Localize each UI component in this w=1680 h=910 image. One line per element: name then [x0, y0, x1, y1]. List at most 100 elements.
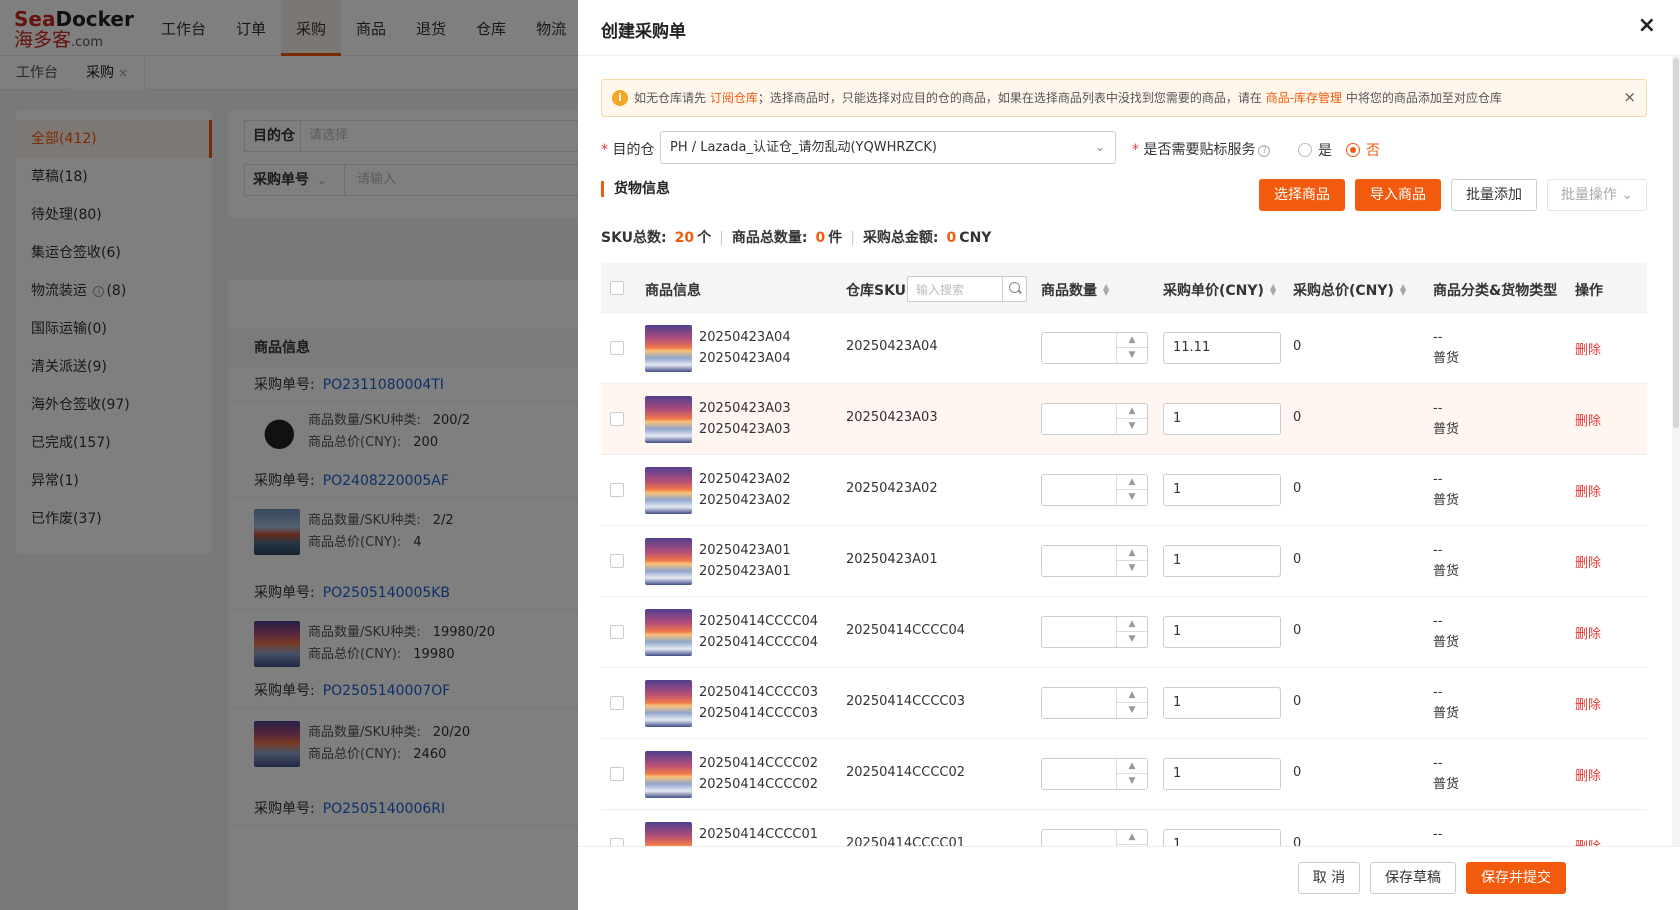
quantity-stepper[interactable]: ▲▼ — [1041, 332, 1148, 364]
delete-button[interactable]: 删除 — [1575, 339, 1601, 358]
quantity-stepper[interactable]: ▲▼ — [1041, 758, 1148, 790]
row-checkbox[interactable] — [610, 554, 624, 568]
chevron-down-icon[interactable]: ▼ — [1117, 632, 1147, 647]
product-info: 20250423A04 20250423A04 — [699, 330, 791, 366]
chevron-up-icon[interactable]: ▲ — [1117, 830, 1147, 845]
sort-icon[interactable]: ▲ ▼ — [1400, 283, 1406, 297]
unit-price-input[interactable]: 1 — [1163, 758, 1281, 790]
warehouse-sku: 20250423A02 — [846, 481, 938, 496]
table-row: 20250414CCCC02 20250414CCCC02 20250414CCCC… — [601, 739, 1647, 810]
chevron-up-icon[interactable]: ▲ — [1117, 759, 1147, 774]
product-thumbnail — [645, 751, 692, 798]
drawer-header: 创建采购单 × — [578, 0, 1680, 56]
warehouse-select[interactable]: PH / Lazada_认证仓_请勿乱动(YQWHRZCK) ⌄ — [660, 131, 1116, 164]
unit-price-input[interactable]: 1 — [1163, 403, 1281, 435]
chevron-up-icon[interactable]: ▲ — [1117, 546, 1147, 561]
row-checkbox[interactable] — [610, 412, 624, 426]
unit-price-input[interactable]: 1 — [1163, 474, 1281, 506]
batch-add-button[interactable]: 批量添加 — [1451, 179, 1537, 211]
table-row: 20250414CCCC0120250414CCCC0120250414CCCC… — [601, 810, 1647, 846]
row-checkbox[interactable] — [610, 838, 624, 846]
chevron-down-icon[interactable]: ▼ — [1117, 561, 1147, 576]
row-checkbox[interactable] — [610, 767, 624, 781]
warehouse-sku: 20250423A03 — [846, 410, 938, 425]
quantity-stepper[interactable]: ▲▼ — [1041, 474, 1148, 506]
chevron-down-icon[interactable]: ▼ — [1117, 490, 1147, 505]
drawer-title: 创建采购单 — [601, 22, 686, 42]
product-thumbnail — [645, 467, 692, 514]
quantity-stepper[interactable]: ▲▼ — [1041, 829, 1148, 846]
sort-icon[interactable]: ▲ ▼ — [1270, 283, 1276, 297]
total-price: 0 — [1293, 836, 1302, 846]
category-type: --普货 — [1433, 543, 1460, 579]
delete-button[interactable]: 删除 — [1575, 694, 1601, 713]
chevron-down-icon[interactable]: ▼ — [1117, 703, 1147, 718]
delete-button[interactable]: 删除 — [1575, 552, 1601, 571]
product-thumbnail — [645, 680, 692, 727]
warehouse-sku: 20250414CCCC02 — [846, 765, 966, 780]
chevron-up-icon[interactable]: ▲ — [1117, 688, 1147, 703]
save-submit-button[interactable]: 保存并提交 — [1466, 862, 1566, 894]
unit-price-input[interactable]: 1 — [1163, 829, 1281, 846]
table-header: 商品信息 仓库SKU 输入搜索 商品数量 ▲ ▼ 采购单价(CNY) ▲ ▼ 采购总价(… — [601, 263, 1647, 313]
total-price: 0 — [1293, 481, 1302, 496]
quantity-stepper[interactable]: ▲▼ — [1041, 687, 1148, 719]
select-products-button[interactable]: 选择商品 — [1259, 179, 1345, 211]
subscribe-warehouse-link[interactable]: 订阅仓库 — [710, 91, 758, 105]
warehouse-sku: 20250423A04 — [846, 339, 938, 354]
save-draft-button[interactable]: 保存草稿 — [1370, 862, 1456, 894]
row-checkbox[interactable] — [610, 696, 624, 710]
unit-price-input[interactable]: 11.11 — [1163, 332, 1281, 364]
warehouse-sku: 20250414CCCC04 — [846, 623, 966, 638]
row-checkbox[interactable] — [610, 341, 624, 355]
chevron-down-icon[interactable]: ▼ — [1117, 348, 1147, 363]
delete-button[interactable]: 删除 — [1575, 836, 1601, 846]
category-type: --普货 — [1433, 685, 1460, 721]
table-row: 20250414CCCC03 20250414CCCC03 20250414CCCC… — [601, 668, 1647, 739]
category-type: --普货 — [1433, 330, 1460, 366]
batch-operation-button[interactable]: 批量操作 ⌄ — [1547, 179, 1647, 211]
chevron-down-icon: ⌄ — [1621, 187, 1634, 203]
product-info: 20250414CCCC03 20250414CCCC03 — [699, 685, 819, 721]
labeling-no-radio[interactable]: 否 — [1346, 140, 1380, 160]
sort-icon[interactable]: ▲ ▼ — [1103, 283, 1109, 297]
search-icon[interactable] — [1002, 277, 1026, 301]
delete-button[interactable]: 删除 — [1575, 410, 1601, 429]
chevron-up-icon[interactable]: ▲ — [1117, 333, 1147, 348]
product-info: 20250423A01 20250423A01 — [699, 543, 791, 579]
quantity-stepper[interactable]: ▲▼ — [1041, 403, 1148, 435]
sku-search-input[interactable]: 输入搜索 — [907, 276, 1027, 302]
row-checkbox[interactable] — [610, 625, 624, 639]
chevron-up-icon[interactable]: ▲ — [1117, 404, 1147, 419]
select-all-checkbox[interactable] — [610, 281, 624, 295]
import-products-button[interactable]: 导入商品 — [1355, 179, 1441, 211]
chevron-down-icon[interactable]: ▼ — [1117, 419, 1147, 434]
inventory-management-link[interactable]: 商品-库存管理 — [1266, 91, 1342, 105]
product-info: 20250414CCCC0120250414CCCC01 — [699, 827, 819, 842]
unit-price-input[interactable]: 1 — [1163, 545, 1281, 577]
cancel-button[interactable]: 取 消 — [1298, 862, 1360, 894]
category-type: --普货 — [1433, 614, 1460, 650]
quantity-stepper[interactable]: ▲▼ — [1041, 616, 1148, 648]
unit-price-input[interactable]: 1 — [1163, 616, 1281, 648]
close-icon[interactable]: × — [1638, 15, 1656, 37]
product-info: 20250423A03 20250423A03 — [699, 401, 791, 437]
product-info: 20250423A02 20250423A02 — [699, 472, 791, 508]
unit-price-input[interactable]: 1 — [1163, 687, 1281, 719]
chevron-down-icon[interactable]: ▼ — [1117, 774, 1147, 789]
category-type: --普货 — [1433, 827, 1443, 842]
delete-button[interactable]: 删除 — [1575, 481, 1601, 500]
chevron-up-icon[interactable]: ▲ — [1117, 617, 1147, 632]
scrollbar-thumb[interactable] — [1673, 58, 1679, 428]
product-thumbnail — [645, 538, 692, 585]
delete-button[interactable]: 删除 — [1575, 623, 1601, 642]
chevron-up-icon[interactable]: ▲ — [1117, 475, 1147, 490]
row-checkbox[interactable] — [610, 483, 624, 497]
table-row: 20250423A04 20250423A04 20250423A04 ▲ ▼ 11.11… — [601, 313, 1647, 384]
notice-close-icon[interactable]: × — [1623, 88, 1636, 106]
delete-button[interactable]: 删除 — [1575, 765, 1601, 784]
product-thumbnail — [645, 609, 692, 656]
summary-bar: SKU总数: 20 个 | 商品总数量: 0 件 | 采购总金额: 0 CNY — [601, 230, 992, 246]
quantity-stepper[interactable]: ▲▼ — [1041, 545, 1148, 577]
labeling-yes-radio[interactable]: 是 — [1298, 140, 1332, 160]
